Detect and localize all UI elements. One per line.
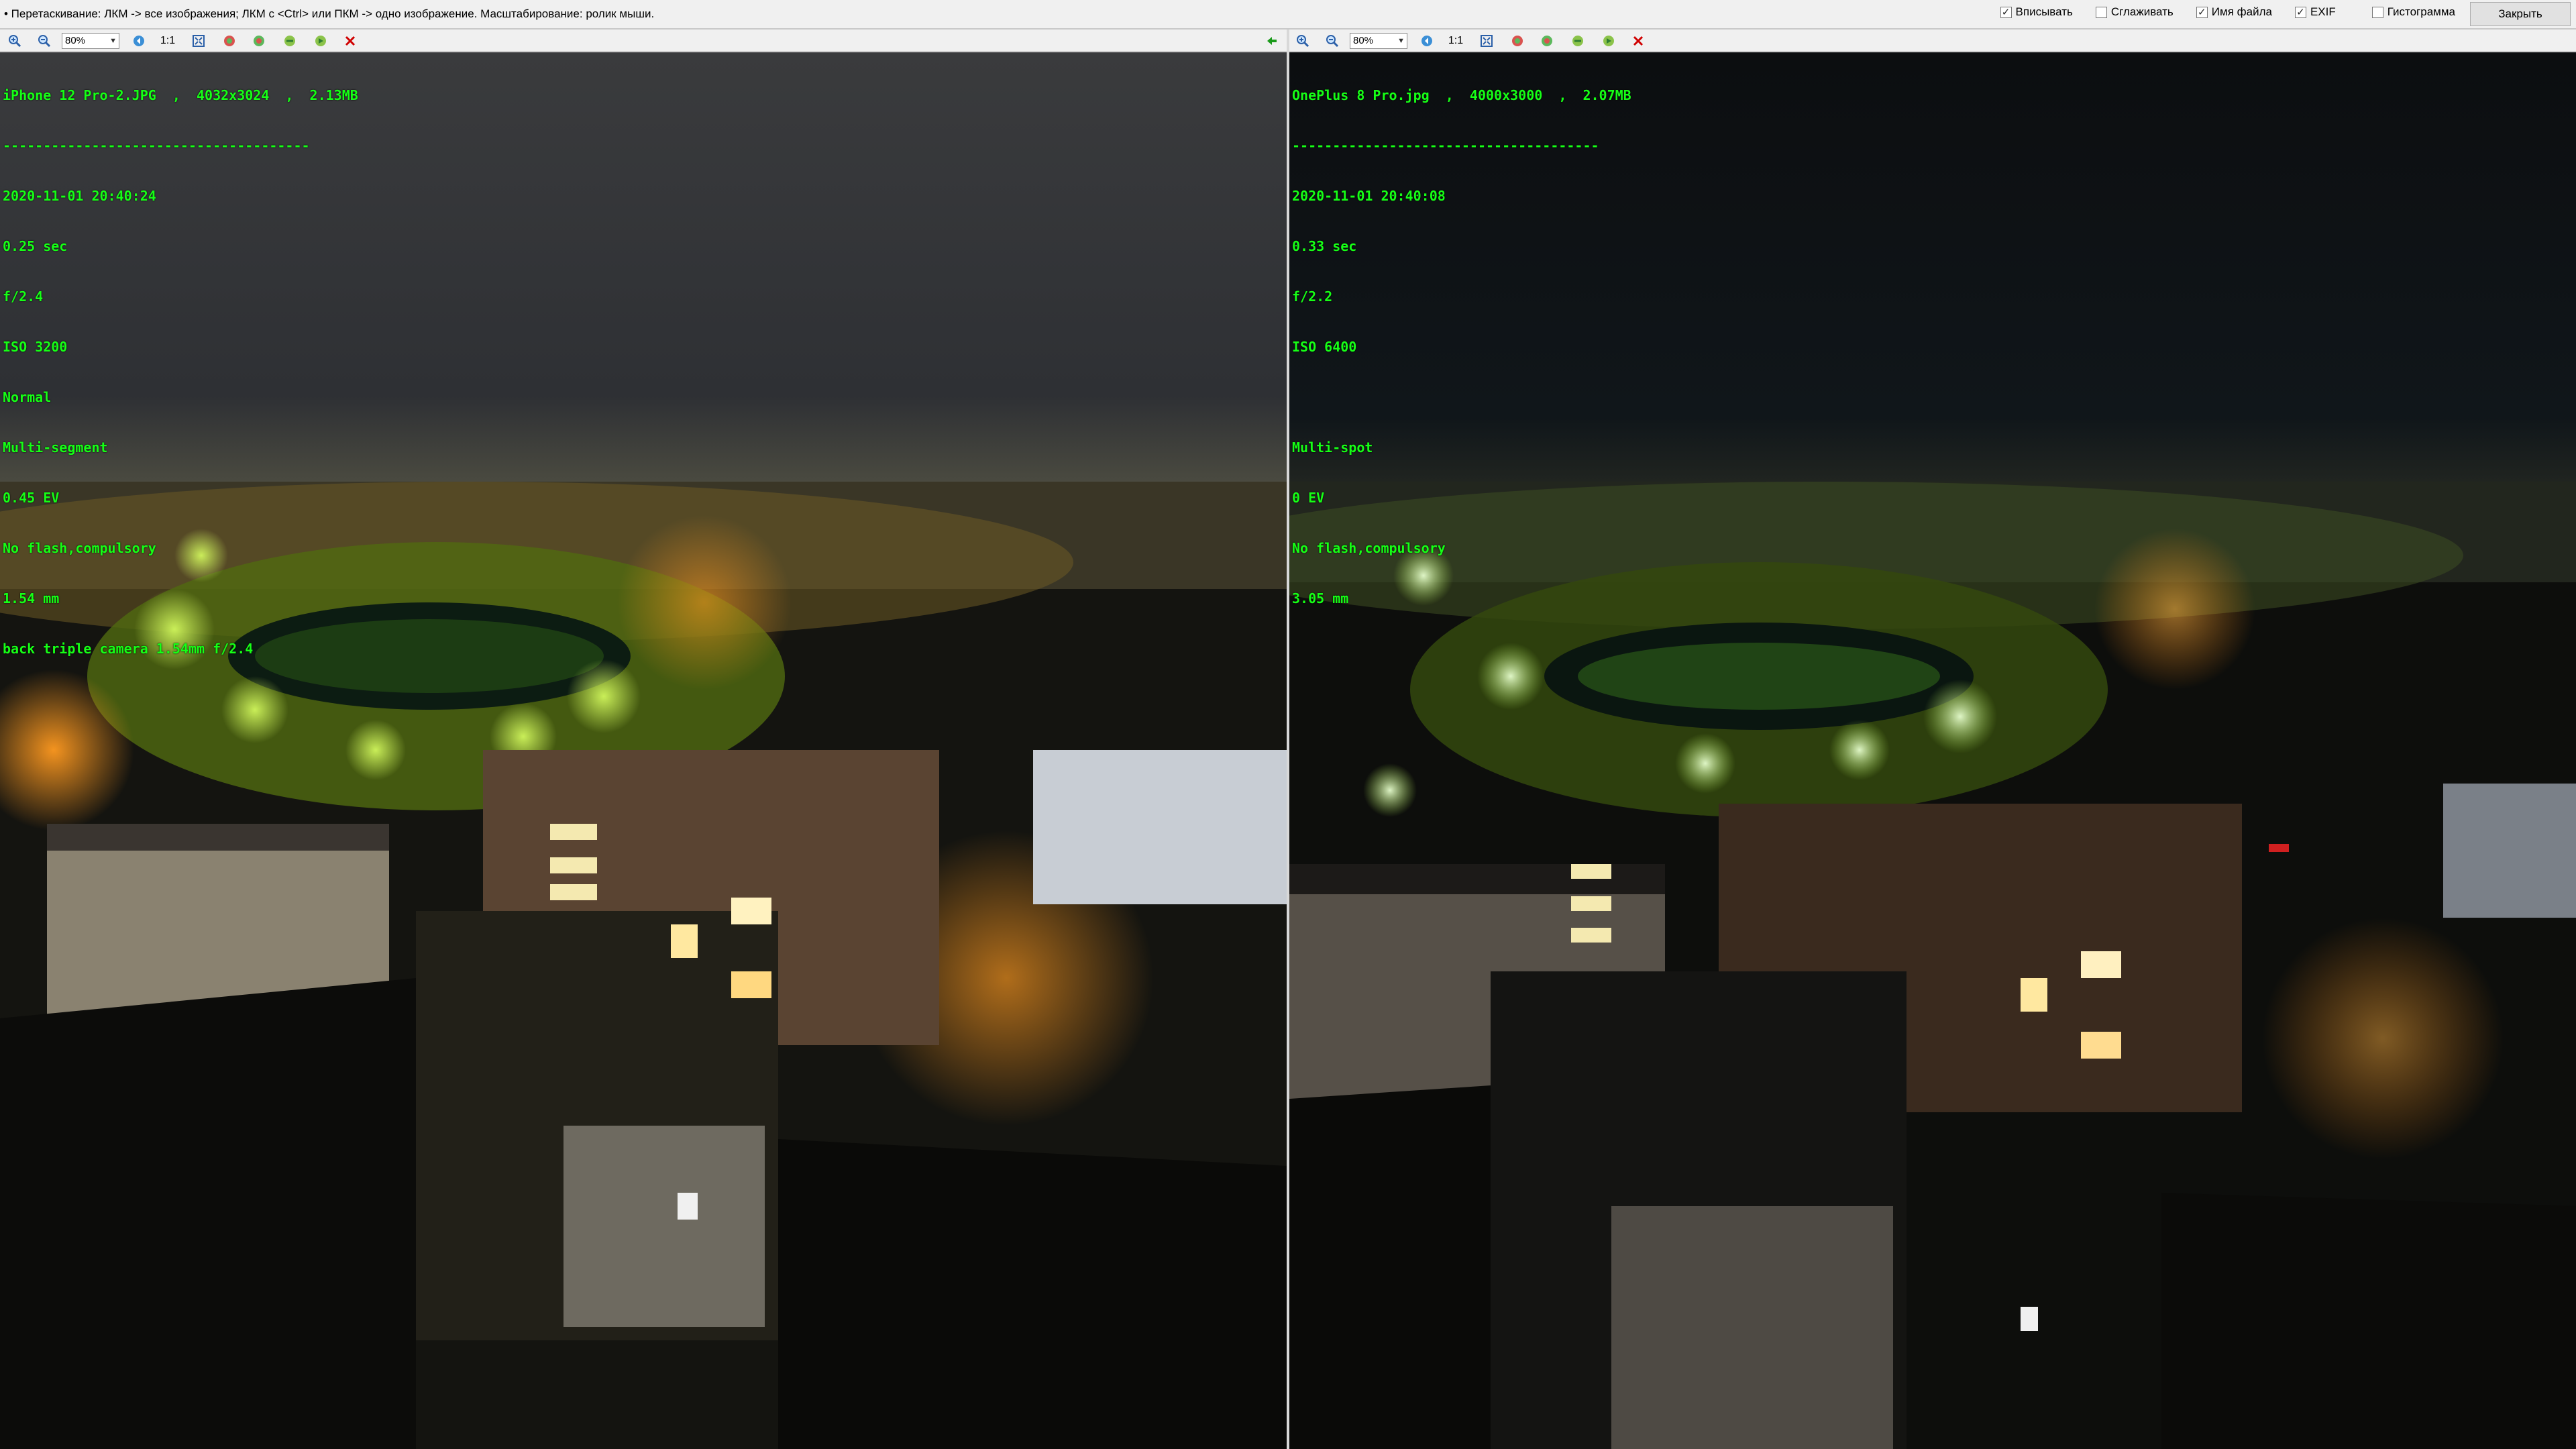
one-to-one-button[interactable]: 1:1 bbox=[1446, 33, 1466, 49]
next-icon[interactable] bbox=[313, 33, 329, 49]
zoom-out-icon[interactable] bbox=[36, 33, 52, 49]
exif-overlay-left: iPhone 12 Pro-2.JPG , 4032x3024 , 2.13MB… bbox=[3, 54, 358, 691]
option-fit-label: Вписывать bbox=[2015, 5, 2073, 18]
exif-exposure: 0.25 sec bbox=[3, 238, 68, 254]
option-smooth[interactable]: Сглаживать bbox=[2095, 5, 2174, 19]
exif-mode bbox=[1292, 389, 1631, 406]
image-pane-right[interactable]: OnePlus 8 Pro.jpg , 4000x3000 , 2.07MB -… bbox=[1289, 52, 2576, 1449]
zoom-value-right: 80% bbox=[1353, 35, 1374, 46]
image-pane-left[interactable]: iPhone 12 Pro-2.JPG , 4032x3024 , 2.13MB… bbox=[0, 52, 1287, 1449]
exif-lens: back triple camera 1.54mm f/2.4 bbox=[3, 641, 254, 657]
option-filename-label: Имя файла bbox=[2211, 5, 2272, 18]
fit-icon[interactable] bbox=[1479, 33, 1495, 49]
zoom-in-icon[interactable] bbox=[1295, 33, 1311, 49]
back-arrow-icon[interactable] bbox=[1264, 33, 1280, 49]
left-toolbar: 80% ▼ 1:1 bbox=[0, 30, 1287, 52]
close-icon[interactable] bbox=[342, 33, 358, 49]
option-filename[interactable]: ✓ Имя файла bbox=[2196, 5, 2272, 19]
zoom-select-right[interactable]: 80% ▼ bbox=[1350, 33, 1407, 49]
prev-icon[interactable] bbox=[131, 33, 147, 49]
checkbox-histogram[interactable] bbox=[2371, 6, 2383, 18]
option-histogram-label: Гистограмма bbox=[2387, 5, 2455, 18]
exif-ev: 0.45 EV bbox=[3, 490, 60, 506]
exif-datetime: 2020-11-01 20:40:24 bbox=[3, 188, 156, 204]
chevron-down-icon: ▼ bbox=[109, 37, 117, 45]
exif-iso: ISO 6400 bbox=[1292, 339, 1357, 355]
option-histogram[interactable]: Гистограмма bbox=[2371, 5, 2455, 19]
one-to-one-button[interactable]: 1:1 bbox=[158, 33, 178, 49]
zoom-select-left[interactable]: 80% ▼ bbox=[62, 33, 119, 49]
exif-metering: Multi-spot bbox=[1292, 439, 1373, 455]
rotate-left-icon[interactable] bbox=[1509, 33, 1525, 49]
option-fit[interactable]: ✓ Вписывать bbox=[2000, 5, 2073, 19]
zoom-in-icon[interactable] bbox=[7, 33, 23, 49]
checkbox-filename[interactable]: ✓ bbox=[2196, 6, 2208, 18]
exif-header: OnePlus 8 Pro.jpg , 4000x3000 , 2.07MB bbox=[1292, 87, 1631, 103]
exif-overlay-right: OnePlus 8 Pro.jpg , 4000x3000 , 2.07MB -… bbox=[1292, 54, 1631, 641]
zoom-value-left: 80% bbox=[65, 35, 86, 46]
option-smooth-label: Сглаживать bbox=[2110, 5, 2174, 18]
option-exif[interactable]: ✓ EXIF bbox=[2294, 5, 2336, 19]
exif-aperture: f/2.2 bbox=[1292, 288, 1333, 305]
prev-icon[interactable] bbox=[1419, 33, 1435, 49]
chevron-down-icon: ▼ bbox=[1397, 37, 1405, 45]
checkbox-smooth[interactable] bbox=[2095, 6, 2107, 18]
exif-focal: 3.05 mm bbox=[1292, 590, 1349, 606]
next-icon[interactable] bbox=[1601, 33, 1617, 49]
top-bar: • Перетаскивание: ЛКМ -> все изображения… bbox=[0, 0, 2576, 30]
exif-header: iPhone 12 Pro-2.JPG , 4032x3024 , 2.13MB bbox=[3, 87, 358, 103]
exif-ev: 0 EV bbox=[1292, 490, 1325, 506]
exif-exposure: 0.33 sec bbox=[1292, 238, 1357, 254]
options-row: ✓ Вписывать Сглаживать ✓ Имя файла ✓ EXI… bbox=[2000, 5, 2455, 19]
exif-mode: Normal bbox=[3, 389, 52, 405]
checkbox-exif[interactable]: ✓ bbox=[2294, 6, 2306, 18]
exif-separator: -------------------------------------- bbox=[1292, 138, 1599, 154]
rotate-right-icon[interactable] bbox=[1539, 33, 1555, 49]
option-exif-label: EXIF bbox=[2310, 5, 2336, 18]
exif-focal: 1.54 mm bbox=[3, 590, 60, 606]
rotate-left-icon[interactable] bbox=[221, 33, 237, 49]
exif-flash: No flash,compulsory bbox=[3, 540, 156, 556]
exif-iso: ISO 3200 bbox=[3, 339, 68, 355]
zoom-out-icon[interactable] bbox=[1324, 33, 1340, 49]
close-button[interactable]: Закрыть bbox=[2470, 2, 2571, 26]
close-icon[interactable] bbox=[1630, 33, 1646, 49]
right-toolbar: 80% ▼ 1:1 bbox=[1289, 30, 2576, 52]
flip-icon[interactable] bbox=[282, 33, 298, 49]
exif-separator: -------------------------------------- bbox=[3, 138, 310, 154]
checkbox-fit[interactable]: ✓ bbox=[2000, 6, 2012, 18]
exif-flash: No flash,compulsory bbox=[1292, 540, 1446, 556]
flip-icon[interactable] bbox=[1570, 33, 1586, 49]
exif-datetime: 2020-11-01 20:40:08 bbox=[1292, 188, 1446, 204]
usage-hint: • Перетаскивание: ЛКМ -> все изображения… bbox=[4, 7, 655, 20]
exif-metering: Multi-segment bbox=[3, 439, 108, 455]
fit-icon[interactable] bbox=[191, 33, 207, 49]
rotate-right-icon[interactable] bbox=[251, 33, 267, 49]
exif-aperture: f/2.4 bbox=[3, 288, 44, 305]
